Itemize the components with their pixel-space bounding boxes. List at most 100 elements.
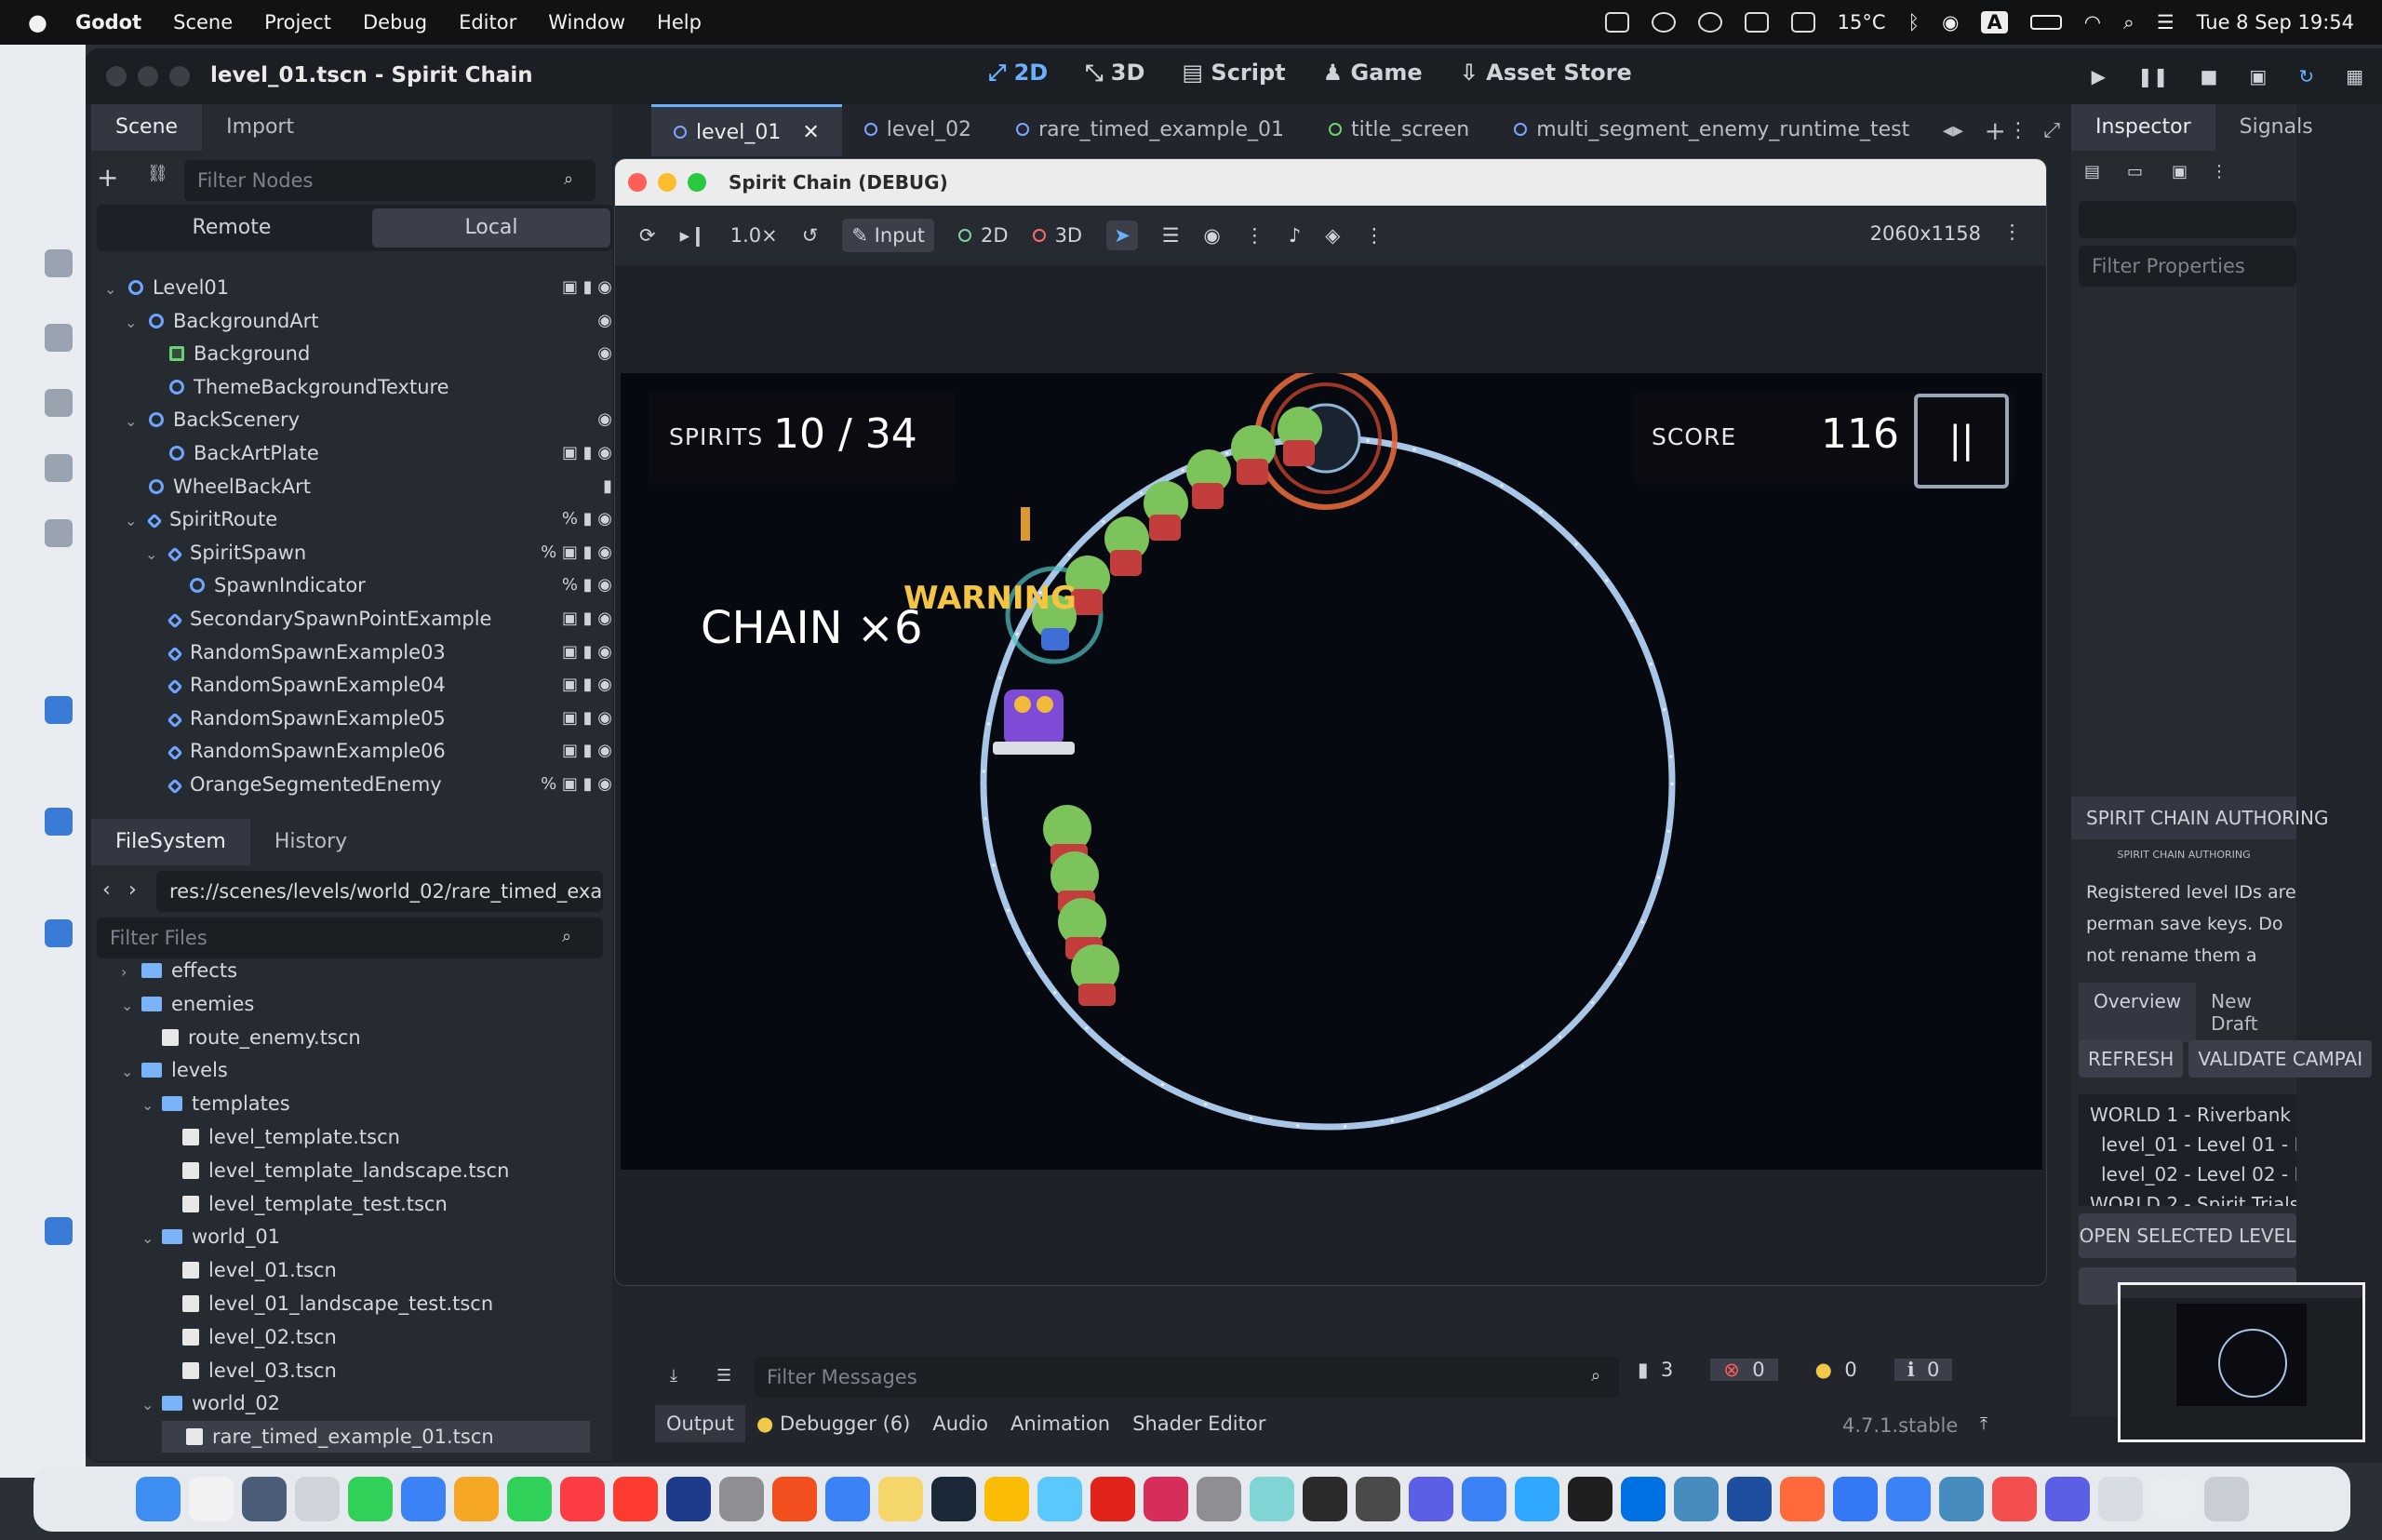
folder-item[interactable]: ⌄ levels	[121, 1054, 228, 1086]
list-item[interactable]: WORLD 1 - Riverbank Spirits	[2090, 1100, 2296, 1130]
clear-log-icon[interactable]: ⤓	[670, 1366, 677, 1386]
folder-item[interactable]: ⌄ world_01	[141, 1221, 280, 1252]
dock-app-icon[interactable]	[2203, 1477, 2249, 1521]
dock-app-icon[interactable]	[665, 1477, 711, 1521]
node-flags[interactable]: % ▣ ▮ ◉	[541, 537, 612, 569]
filter-properties-input[interactable]: Filter Properties	[2079, 246, 2296, 287]
dock-app-icon[interactable]	[930, 1477, 976, 1521]
list-item[interactable]: level_02 - Level 02 - REGIST	[2090, 1159, 2296, 1189]
warning-count[interactable]: ● 0	[1815, 1359, 1857, 1381]
dock-app-icon[interactable]	[1408, 1477, 1453, 1521]
dock-app-icon[interactable]	[2044, 1477, 2090, 1521]
expand-caret-icon[interactable]: ›	[121, 957, 134, 988]
node-flags[interactable]: ◉	[597, 305, 612, 337]
folder-item[interactable]: › effects	[121, 955, 237, 986]
input-badge[interactable]: A	[1981, 11, 2008, 33]
camera-icon[interactable]: ◈	[1325, 224, 1340, 247]
suspend-icon[interactable]: ⟳	[639, 224, 656, 247]
file-item[interactable]: level_01.tscn	[162, 1254, 337, 1286]
error-count[interactable]: ⊗ 0	[1710, 1359, 1778, 1381]
pause-button[interactable]: ||	[1914, 394, 2009, 489]
clock-text[interactable]: Tue 8 Sep 19:54	[2197, 11, 2354, 33]
expand-caret-icon[interactable]: ⌄	[125, 307, 141, 339]
scene-tab[interactable]: rare_timed_example_01	[994, 104, 1306, 156]
scene-tab[interactable]: title_screen	[1306, 104, 1492, 156]
folder-item[interactable]: ⌄ templates	[141, 1088, 290, 1119]
status-icon[interactable]	[1604, 12, 1629, 33]
status-icon[interactable]	[1697, 12, 1722, 33]
forward-icon[interactable]: ›	[128, 878, 137, 902]
node-flags[interactable]: ▣ ▮ ◉	[562, 636, 612, 668]
reload-icon[interactable]: ↻	[2298, 65, 2314, 87]
node-flags[interactable]: ◉	[597, 338, 612, 369]
expand-caret-icon[interactable]: ⌄	[141, 1389, 154, 1421]
dock-app-icon[interactable]	[984, 1477, 1029, 1521]
reset-speed-icon[interactable]: ↺	[802, 224, 819, 247]
file-item[interactable]: level_template_test.tscn	[162, 1188, 448, 1220]
weather-text[interactable]: 15°C	[1838, 11, 1886, 33]
validate-campaign-button[interactable]: VALIDATE CAMPAI	[2188, 1040, 2373, 1078]
dock-app-icon[interactable]	[1832, 1477, 1878, 1521]
node-flags[interactable]: ▣ ▮ ◉	[562, 603, 612, 635]
menu-debug[interactable]: Debug	[363, 11, 427, 33]
game-viewport[interactable]: SPIRITS 10 / 34 SCORE 116 ||	[621, 373, 2042, 1170]
dock-app-icon[interactable]	[559, 1477, 605, 1521]
tab-3d[interactable]: ⤡ 3D	[1085, 60, 1144, 86]
dock-app-icon[interactable]	[1143, 1477, 1188, 1521]
minimize-window-button[interactable]	[658, 173, 676, 192]
tab-overview[interactable]: Overview	[2079, 983, 2197, 1042]
dock-app-icon[interactable]	[771, 1477, 817, 1521]
dock-app-icon[interactable]	[294, 1477, 340, 1521]
tab-filesystem[interactable]: FileSystem	[91, 819, 250, 865]
scene-node[interactable]: ⌄ BackScenery	[125, 404, 300, 435]
fullscreen-icon[interactable]: ⤢	[2043, 119, 2060, 142]
tab-new-draft[interactable]: New Draft	[2196, 983, 2296, 1042]
link-icon[interactable]: ⛓	[147, 164, 168, 183]
dock-app-icon[interactable]	[1620, 1477, 1666, 1521]
mode-3d[interactable]: 3D	[1032, 224, 1082, 247]
dock-app-icon[interactable]	[347, 1477, 393, 1521]
collapse-icon[interactable]: ☰	[716, 1366, 731, 1386]
close-window-button[interactable]	[106, 66, 127, 87]
dock-app-icon[interactable]	[1726, 1477, 1772, 1521]
grid-icon[interactable]	[1790, 12, 1815, 33]
tab-debugger[interactable]: ● Debugger (6)	[745, 1405, 921, 1442]
dock-app-icon[interactable]	[241, 1477, 287, 1521]
wifi-icon[interactable]: ◠	[2084, 11, 2101, 33]
file-item[interactable]: level_03.tscn	[162, 1355, 337, 1386]
menu-project[interactable]: Project	[264, 11, 331, 33]
tab-history[interactable]: History	[250, 819, 371, 865]
log-count[interactable]: ▮ 3	[1638, 1359, 1673, 1381]
list-item[interactable]: WORLD 2 - Spirit Trials	[2090, 1189, 2296, 1206]
scene-node[interactable]: ⌄ Level01	[104, 272, 229, 303]
message-count[interactable]: ℹ 0	[1894, 1359, 1953, 1381]
more-icon[interactable]: ⋮	[1245, 224, 1265, 247]
dock-app-icon[interactable]	[1090, 1477, 1135, 1521]
level-list[interactable]: WORLD 1 - Riverbank Spirits level_01 - L…	[2079, 1094, 2296, 1206]
play-icon[interactable]: ▶	[2092, 65, 2106, 87]
filter-messages-input[interactable]: Filter Messages	[754, 1357, 1619, 1398]
select-tool-icon[interactable]: ➤	[1106, 221, 1138, 250]
pause-icon[interactable]: ❚❚	[2137, 65, 2169, 87]
file-item[interactable]: level_01_landscape_test.tscn	[162, 1288, 493, 1319]
tab-audio[interactable]: Audio	[921, 1405, 999, 1442]
zoom-window-button[interactable]	[169, 66, 190, 87]
apple-icon[interactable]: ●	[28, 9, 47, 35]
dock-app-icon[interactable]	[135, 1477, 181, 1521]
menu-help[interactable]: Help	[657, 11, 702, 33]
tab-output[interactable]: Output	[655, 1405, 745, 1442]
dock-app-icon[interactable]	[1037, 1477, 1082, 1521]
dock-app-icon[interactable]	[1196, 1477, 1241, 1521]
file-item[interactable]: level_02.tscn	[162, 1321, 337, 1353]
save-icon[interactable]: ▣	[2172, 162, 2188, 181]
dock-app-icon[interactable]	[1355, 1477, 1400, 1521]
dock-app-icon[interactable]	[1779, 1477, 1825, 1521]
add-node-icon[interactable]: +	[97, 162, 118, 193]
speed-value[interactable]: 1.0×	[730, 224, 778, 247]
node-flags[interactable]: ▣ ▮ ◉	[562, 735, 612, 767]
path-field[interactable]: res://scenes/levels/world_02/rare_timed_…	[156, 871, 603, 912]
menu-editor[interactable]: Editor	[459, 11, 516, 33]
scene-node[interactable]: RandomSpawnExample06	[145, 735, 446, 767]
open-folder-icon[interactable]: ▭	[2127, 162, 2143, 181]
file-item[interactable]: level_template_landscape.tscn	[162, 1155, 509, 1186]
